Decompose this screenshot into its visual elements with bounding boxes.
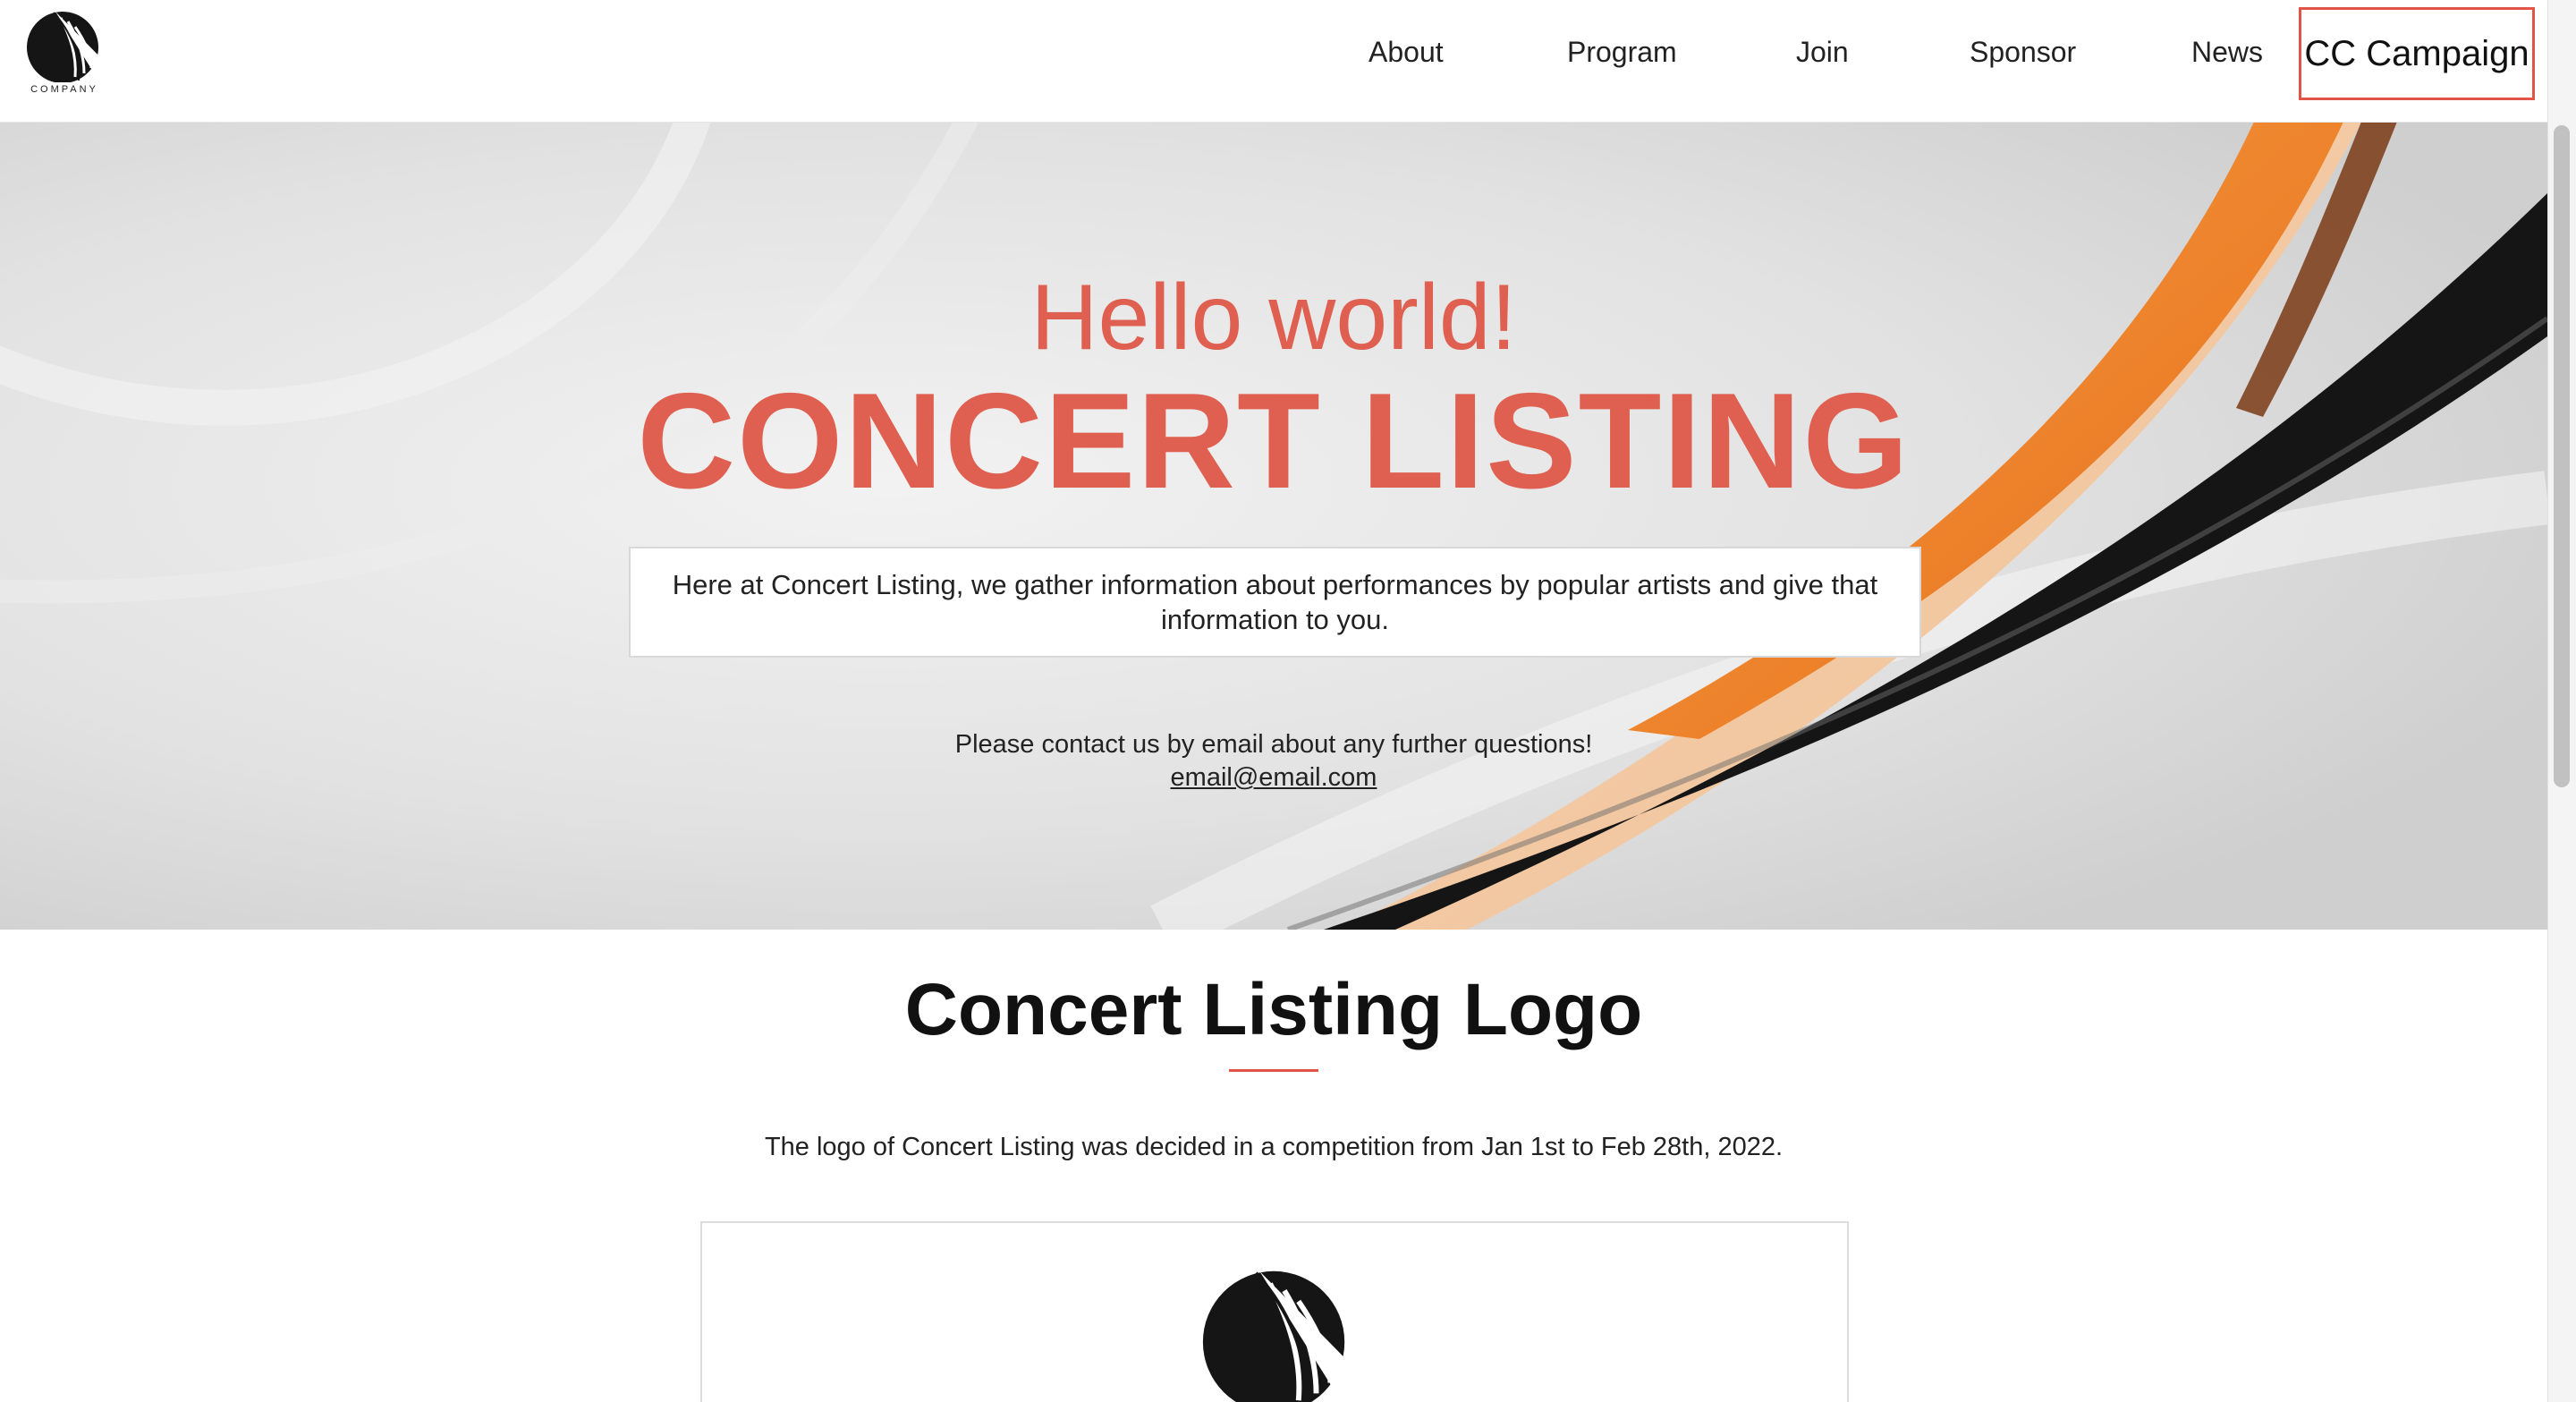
hero-background (0, 122, 2547, 930)
site-header: COMPANY About Program Join Sponsor News … (0, 0, 2547, 123)
contact-block: Please contact us by email about any fur… (0, 728, 2547, 794)
contact-email-link[interactable]: email@email.com (1171, 761, 1377, 794)
nav-sponsor[interactable]: Sponsor (1970, 36, 2076, 69)
hero-banner: Hello world! CONCERT LISTING Here at Con… (0, 122, 2547, 930)
logo-section-title: Concert Listing Logo (904, 969, 1643, 1050)
company-logo[interactable]: COMPANY (20, 9, 109, 98)
nav-cc-campaign[interactable]: CC Campaign (2299, 7, 2535, 100)
nav-program[interactable]: Program (1567, 36, 1677, 69)
section-title-underline (1229, 1069, 1318, 1072)
contact-text: Please contact us by email about any fur… (954, 730, 1593, 759)
nav-about[interactable]: About (1368, 36, 1444, 69)
logo-card (700, 1221, 1849, 1402)
company-logo-icon (1202, 1270, 1356, 1402)
page-scrollbar[interactable] (2547, 0, 2576, 1402)
hero-title: CONCERT LISTING (637, 365, 1911, 517)
hero-greeting: Hello world! (1030, 266, 1517, 370)
intro-text: Here at Concert Listing, we gather infor… (672, 569, 1878, 635)
logo-section-description: The logo of Concert Listing was decided … (764, 1133, 1784, 1161)
scrollbar-thumb[interactable] (2554, 125, 2570, 787)
page: COMPANY About Program Join Sponsor News … (0, 0, 2576, 1402)
logo-label: COMPANY (30, 84, 98, 95)
intro-box: Here at Concert Listing, we gather infor… (629, 547, 1921, 658)
company-logo-icon (27, 12, 104, 82)
nav-join[interactable]: Join (1796, 36, 1849, 69)
nav-news[interactable]: News (2191, 36, 2263, 69)
